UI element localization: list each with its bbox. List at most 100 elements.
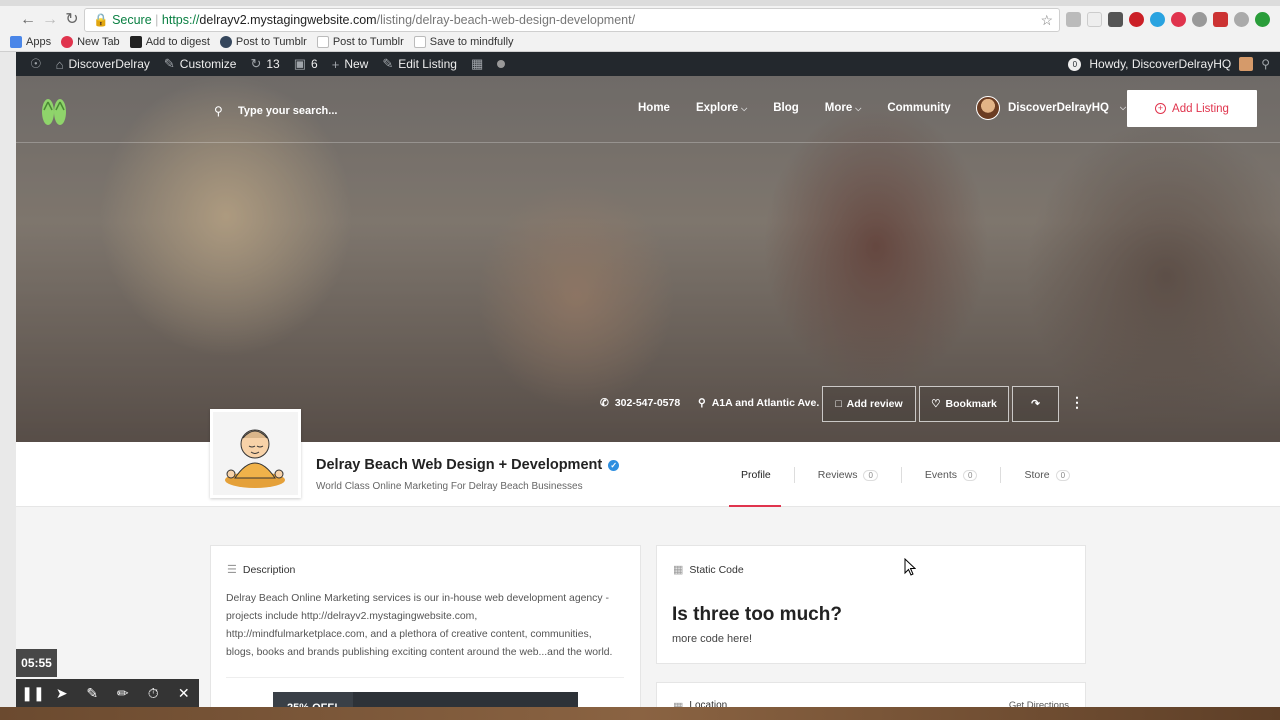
wp-comments-link[interactable]: ▣ 6	[294, 56, 318, 72]
phone-icon: ✆	[600, 397, 609, 409]
wp-edit-listing-link[interactable]: ✎ Edit Listing	[382, 56, 457, 72]
pause-icon[interactable]: ❚❚	[21, 685, 44, 702]
pinterest-icon[interactable]	[1129, 12, 1144, 27]
comment-icon: ▣	[293, 56, 307, 71]
extension-icon[interactable]	[1066, 12, 1081, 27]
address-link[interactable]: ⚲ A1A and Atlantic Ave.	[698, 397, 819, 409]
search-icon[interactable]: ⚲	[1261, 57, 1270, 71]
phone-link[interactable]: ✆ 302-547-0578	[600, 397, 680, 409]
static-code-card: ▦ Static Code Is three too much? more co…	[656, 545, 1086, 664]
add-listing-button[interactable]: + Add Listing	[1127, 90, 1257, 127]
url-path: /listing/delray-beach-web-design-develop…	[376, 13, 636, 27]
share-button[interactable]: ↷	[1012, 386, 1059, 422]
wp-new-link[interactable]: + New	[332, 57, 369, 72]
extension-icon[interactable]	[1234, 12, 1249, 27]
tab-profile[interactable]: Profile	[730, 467, 794, 483]
bookmark-apps[interactable]: Apps	[10, 36, 51, 48]
desktop-background	[0, 707, 1280, 720]
bookmark-tumblr-2[interactable]: Post to Tumblr	[316, 36, 404, 48]
user-menu[interactable]: DiscoverDelrayHQ ⌵	[976, 96, 1126, 120]
description-text: Delray Beach Online Marketing services i…	[226, 593, 613, 658]
reviews-count: 0	[863, 469, 878, 481]
meditating-monk-icon	[213, 412, 298, 495]
page-icon	[413, 36, 426, 48]
site-search-input[interactable]	[238, 101, 438, 121]
events-count: 0	[963, 469, 978, 481]
lock-icon: 🔒	[93, 13, 109, 27]
extension-icon[interactable]	[1150, 12, 1165, 27]
tab-store[interactable]: Store 0	[1000, 467, 1093, 483]
nav-home[interactable]: Home	[638, 102, 670, 114]
chevron-down-icon: ⌵	[741, 104, 748, 113]
newtab-icon	[61, 36, 74, 48]
address-bar[interactable]: 🔒 Secure | https://delrayv2.mystagingweb…	[84, 8, 1060, 32]
extension-icon[interactable]	[1255, 12, 1270, 27]
bookmark-star-icon[interactable]: ☆	[1040, 9, 1053, 31]
store-count: 0	[1055, 469, 1071, 481]
tab-reviews[interactable]: Reviews 0	[793, 467, 901, 483]
nav-more[interactable]: More ⌵	[825, 102, 862, 114]
wp-account[interactable]: 0 Howdy, DiscoverDelrayHQ ⚲	[1068, 52, 1270, 76]
tumblr-icon	[219, 36, 232, 48]
url-host: delrayv2.mystagingwebsite.com	[199, 13, 377, 27]
tab-strip[interactable]	[0, 0, 1280, 6]
notification-count[interactable]: 0	[1068, 57, 1082, 71]
page-icon	[316, 36, 329, 48]
secure-label: Secure	[112, 13, 152, 27]
url-scheme: https://	[161, 13, 200, 27]
wp-avatar	[1239, 57, 1254, 71]
nav-community[interactable]: Community	[887, 102, 950, 114]
grid-icon: ▦	[673, 564, 684, 576]
wp-updates-link[interactable]: ↻ 13	[250, 56, 279, 72]
browser-chrome: ← → ↻ 🔒 Secure | https://delrayv2.mystag…	[0, 0, 1280, 52]
home-icon: ⌂	[55, 56, 64, 72]
pocket-icon[interactable]	[1108, 12, 1123, 27]
bookmark-new-tab[interactable]: New Tab	[61, 36, 120, 48]
tab-events[interactable]: Events 0	[900, 467, 1001, 483]
mouse-cursor-icon	[904, 558, 916, 576]
forward-icon[interactable]: →	[40, 10, 60, 30]
avatar	[976, 96, 1000, 120]
extension-icon[interactable]	[1213, 12, 1228, 27]
extension-icon[interactable]	[1087, 12, 1102, 27]
comment-icon: □	[835, 398, 842, 410]
wordpress-icon[interactable]: ☉	[30, 56, 42, 72]
left-edge	[0, 52, 16, 720]
nav-blog[interactable]: Blog	[773, 102, 799, 114]
bookmark-tumblr[interactable]: Post to Tumblr	[219, 36, 307, 48]
share-arrow-icon: ↷	[1031, 398, 1040, 410]
pen-icon[interactable]: ✎	[82, 685, 102, 702]
back-icon[interactable]: ←	[18, 10, 38, 30]
verified-check-icon: ✓	[608, 459, 620, 471]
listing-title: Delray Beach Web Design + Development ✓	[316, 457, 620, 473]
bookmark-mindfully[interactable]: Save to mindfully	[413, 36, 514, 48]
wp-customize-link[interactable]: ✎ Customize	[164, 56, 237, 72]
yoast-icon[interactable]: ▦	[471, 56, 483, 72]
reload-icon[interactable]: ↻	[62, 10, 82, 30]
hero-cover: ⚲ Home Explore⌵ Blog More⌵ Community Dis…	[16, 76, 1280, 442]
listing-tagline: World Class Online Marketing For Delray …	[316, 481, 583, 492]
plus-icon: +	[331, 56, 340, 72]
pointer-icon[interactable]: ➤	[52, 685, 72, 702]
static-code-heading: ▦ Static Code	[673, 563, 744, 577]
updates-icon: ↻	[250, 56, 262, 71]
bookmark-digest[interactable]: Add to digest	[129, 36, 210, 48]
chevron-down-icon: ⌵	[1120, 103, 1127, 112]
highlighter-icon[interactable]: ✏	[113, 685, 133, 702]
brush-icon: ✎	[163, 56, 175, 71]
add-review-button[interactable]: □ Add review	[822, 386, 916, 422]
profile-tabs: Profile Reviews 0 Events 0 Store 0	[730, 467, 1093, 483]
main-nav: Home Explore ⌵ Blog More ⌵ Community	[638, 102, 951, 114]
bookmarks-bar: Apps New Tab Add to digest Post to Tumbl…	[0, 32, 1280, 52]
bookmark-button[interactable]: ♡ Bookmark	[919, 386, 1009, 422]
timer-icon[interactable]: ⏱	[143, 685, 163, 702]
extension-icon[interactable]	[1192, 12, 1207, 27]
extension-icon[interactable]	[1171, 12, 1186, 27]
recording-timer: 05:55	[16, 649, 57, 677]
nav-explore[interactable]: Explore ⌵	[696, 102, 747, 114]
wp-site-link[interactable]: ⌂ DiscoverDelray	[56, 57, 150, 72]
search-icon: ⚲	[214, 104, 223, 118]
more-options-icon[interactable]: ⋮	[1070, 394, 1084, 411]
flip-flop-logo-icon[interactable]	[38, 96, 70, 128]
close-icon[interactable]: ✕	[174, 685, 194, 702]
